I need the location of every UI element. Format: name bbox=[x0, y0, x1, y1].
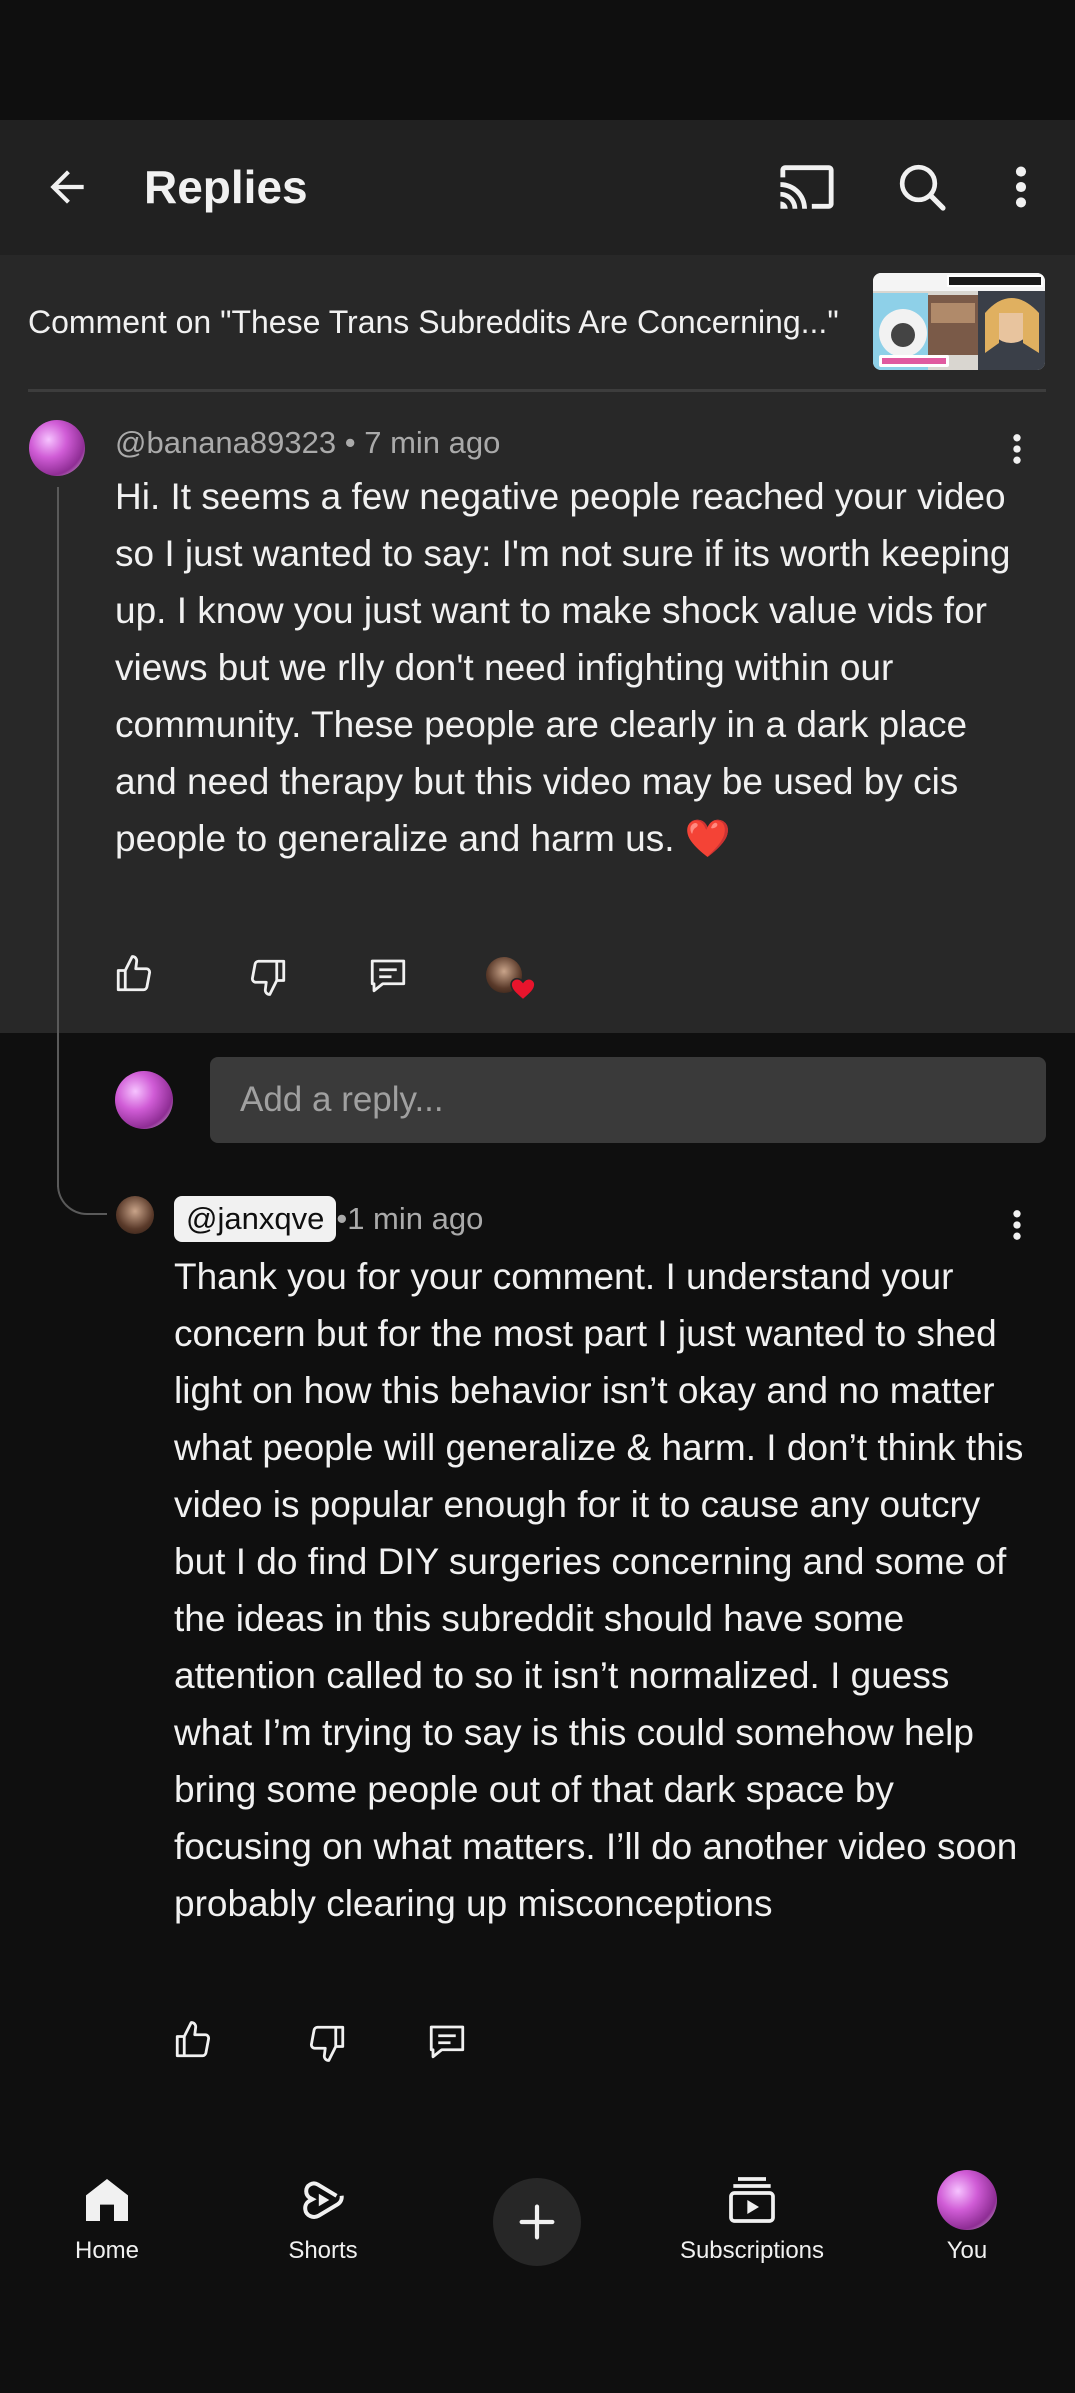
page-title: Replies bbox=[144, 161, 308, 213]
thread-connector bbox=[57, 1165, 107, 1215]
vertical-dots-icon bbox=[1013, 434, 1021, 464]
you-avatar bbox=[937, 2170, 997, 2230]
nav-shorts-label: Shorts bbox=[288, 2237, 358, 2264]
shorts-icon bbox=[293, 2170, 353, 2230]
reply-author-handle[interactable]: @janxqve bbox=[174, 1196, 337, 1242]
create-button[interactable] bbox=[493, 2178, 581, 2266]
current-user-avatar bbox=[115, 1071, 173, 1129]
you-avatar-icon bbox=[937, 2170, 997, 2230]
nav-subscriptions[interactable]: Subscriptions bbox=[662, 2170, 842, 2270]
back-button[interactable] bbox=[30, 150, 104, 224]
reply-comment-time: 1 min ago bbox=[347, 1201, 484, 1236]
comment-icon bbox=[370, 959, 406, 993]
parent-like-button[interactable] bbox=[107, 947, 161, 1001]
more-options-button[interactable] bbox=[990, 150, 1052, 224]
reply-dislike-button[interactable] bbox=[300, 2016, 354, 2070]
vertical-dots-icon bbox=[1013, 1210, 1021, 1240]
meta-separator: • bbox=[336, 425, 365, 460]
parent-comment-meta: @banana89323 • 7 min ago bbox=[115, 423, 500, 463]
thumbnail-image bbox=[873, 273, 1045, 370]
reply-input[interactable] bbox=[210, 1057, 1046, 1143]
reply-comment-meta: @janxqve • 1 min ago bbox=[174, 1196, 483, 1242]
heart-icon bbox=[510, 977, 536, 1001]
parent-dislike-button[interactable] bbox=[241, 950, 295, 1004]
nav-subscriptions-label: Subscriptions bbox=[679, 2237, 825, 2264]
parent-comment-time: 7 min ago bbox=[364, 425, 501, 460]
thumbs-down-icon bbox=[250, 959, 286, 996]
nav-home[interactable]: Home bbox=[17, 2170, 197, 2270]
thumbs-up-icon bbox=[116, 955, 152, 992]
subscriptions-icon bbox=[722, 2170, 782, 2230]
reply-input-box[interactable] bbox=[210, 1057, 1046, 1143]
video-thumbnail[interactable] bbox=[873, 273, 1045, 370]
home-icon bbox=[77, 2170, 137, 2230]
reply-comment-text: Thank you for your comment. I understand… bbox=[174, 1256, 1024, 1924]
thumbs-up-icon bbox=[175, 2021, 211, 2058]
parent-author-avatar[interactable] bbox=[29, 420, 85, 476]
meta-separator: • bbox=[336, 1201, 348, 1236]
context-divider bbox=[28, 389, 1046, 392]
vertical-dots-icon bbox=[1015, 166, 1027, 208]
cast-icon bbox=[780, 165, 834, 209]
reply-reply-button[interactable] bbox=[420, 2014, 474, 2068]
video-context-text: Comment on "These Trans Subreddits Are C… bbox=[28, 304, 839, 340]
app-bar: Replies bbox=[0, 120, 1075, 255]
comment-icon bbox=[429, 2025, 465, 2059]
parent-reply-button[interactable] bbox=[361, 948, 415, 1002]
search-button[interactable] bbox=[885, 150, 959, 224]
nav-home-label: Home bbox=[74, 2237, 140, 2264]
thumbs-down-icon bbox=[309, 2025, 345, 2062]
reply-like-button[interactable] bbox=[166, 2013, 220, 2067]
cast-button[interactable] bbox=[770, 150, 844, 224]
status-bar bbox=[0, 0, 1075, 120]
parent-author-handle[interactable]: @banana89323 bbox=[115, 425, 336, 460]
reply-comment-menu-button[interactable] bbox=[997, 1205, 1037, 1245]
creator-heart-badge bbox=[486, 957, 538, 1003]
thread-line bbox=[57, 487, 59, 1187]
plus-icon bbox=[519, 2204, 555, 2240]
nav-shorts[interactable]: Shorts bbox=[233, 2170, 413, 2270]
parent-comment-menu-button[interactable] bbox=[997, 429, 1037, 469]
parent-comment-text: Hi. It seems a few negative people reach… bbox=[115, 476, 1011, 859]
reply-author-avatar[interactable] bbox=[116, 1196, 154, 1234]
search-icon bbox=[899, 164, 946, 211]
nav-you-label: You bbox=[946, 2237, 988, 2264]
nav-you[interactable]: You bbox=[877, 2170, 1057, 2270]
arrow-left-icon bbox=[50, 170, 84, 204]
